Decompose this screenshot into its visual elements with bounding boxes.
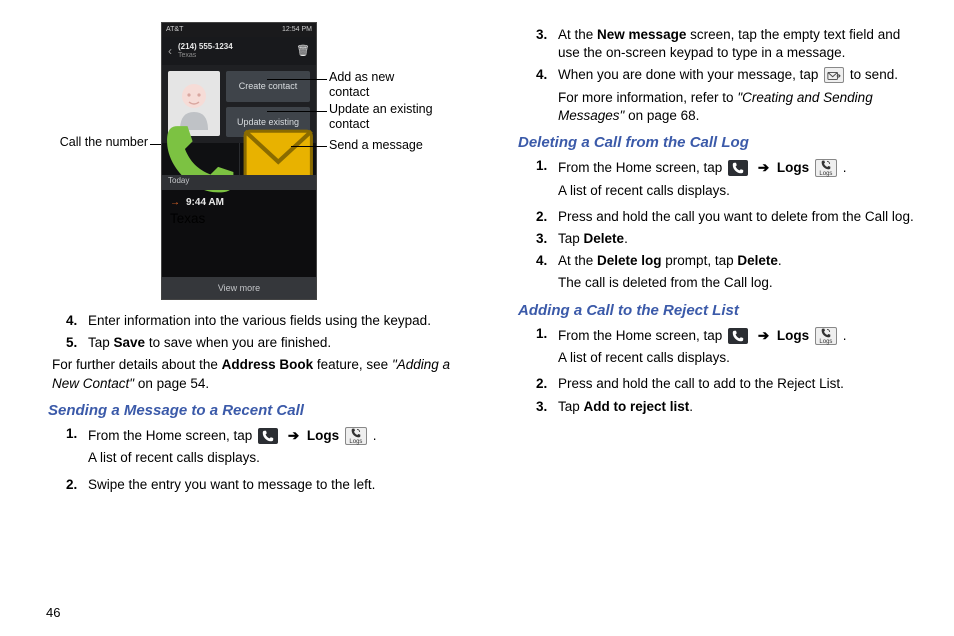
list-item: 2. Press and hold the call you want to d… xyxy=(510,208,914,226)
step-number: 5. xyxy=(66,334,88,352)
step-number: 2. xyxy=(536,375,558,393)
step-number: 2. xyxy=(536,208,558,226)
list-item: 1. From the Home screen, tap ➔ Logs Logs… xyxy=(40,425,474,445)
phone-statusbar: AT&T 12:54 PM xyxy=(162,23,316,37)
trash-icon: 🗑 xyxy=(296,44,310,59)
step-text: At the New message screen, tap the empty… xyxy=(558,26,914,62)
step-subtext: A list of recent calls displays. xyxy=(40,449,474,467)
list-item: 4. At the Delete log prompt, tap Delete. xyxy=(510,252,914,270)
step-number: 4. xyxy=(536,66,558,84)
phone-number: (214) 555-1234 xyxy=(178,43,290,51)
step-number: 3. xyxy=(536,230,558,248)
step-text: At the Delete log prompt, tap Delete. xyxy=(558,252,914,270)
step-text: Tap Save to save when you are finished. xyxy=(88,334,474,352)
phone-titlebar: ‹ (214) 555-1234 Texas 🗑 xyxy=(162,37,316,65)
step-subtext: A list of recent calls displays. xyxy=(510,349,914,367)
list-item: 3. At the New message screen, tap the em… xyxy=(510,26,914,62)
list-item: 2. Press and hold the call to add to the… xyxy=(510,375,914,393)
call-log: → 9:44 AM Texas xyxy=(162,190,316,240)
callout-call-number: Call the number xyxy=(40,135,148,150)
list-item: 4. Enter information into the various fi… xyxy=(40,312,474,330)
arrow-icon: ➔ xyxy=(288,428,299,443)
callout-send-message: Send a message xyxy=(329,138,423,153)
step-number: 3. xyxy=(536,398,558,416)
list-item: 3. Tap Delete. xyxy=(510,230,914,248)
logs-icon: Logs xyxy=(345,427,367,445)
step-text: From the Home screen, tap ➔ Logs Logs . xyxy=(558,325,914,345)
step-subtext: The call is deleted from the Call log. xyxy=(510,274,914,292)
subheading-reject-list: Adding a Call to the Reject List xyxy=(518,301,914,321)
log-location: Texas xyxy=(170,210,308,228)
action-row xyxy=(162,143,316,175)
step-number: 3. xyxy=(536,26,558,62)
phone-app-icon xyxy=(258,428,278,444)
phone-location: Texas xyxy=(178,52,290,59)
page-number: 46 xyxy=(46,604,60,622)
list-item: 4. When you are done with your message, … xyxy=(510,66,914,84)
back-icon: ‹ xyxy=(168,43,172,59)
step-number: 4. xyxy=(66,312,88,330)
list-item: 2. Swipe the entry you want to message t… xyxy=(40,476,474,494)
view-more-button[interactable]: View more xyxy=(162,277,316,299)
callout-update: Update an existingcontact xyxy=(329,102,433,132)
step-subtext: For more information, refer to "Creating… xyxy=(510,89,914,125)
phone-app-icon xyxy=(728,328,748,344)
step-text: From the Home screen, tap ➔ Logs Logs . xyxy=(88,425,474,445)
subheading-delete-call: Deleting a Call from the Call Log xyxy=(518,133,914,153)
arrow-icon: ➔ xyxy=(758,328,769,343)
step-text: Tap Add to reject list. xyxy=(558,398,914,416)
step-text: Press and hold the call you want to dele… xyxy=(558,208,914,226)
leader-line xyxy=(291,146,327,147)
clock-label: 12:54 PM xyxy=(282,25,312,34)
step-number: 2. xyxy=(66,476,88,494)
step-text: Enter information into the various field… xyxy=(88,312,474,330)
arrow-icon: ➔ xyxy=(758,160,769,175)
phone-screenshot-diagram: Call the number AT&T 12:54 PM ‹ (214) 55… xyxy=(40,22,474,302)
leader-line xyxy=(267,79,327,80)
create-contact-button[interactable]: Create contact xyxy=(226,71,310,102)
step-number: 1. xyxy=(536,157,558,177)
carrier-label: AT&T xyxy=(166,25,183,34)
message-action[interactable] xyxy=(240,143,317,175)
outgoing-arrow-icon: → xyxy=(170,196,180,210)
step-number: 1. xyxy=(536,325,558,345)
step-text: When you are done with your message, tap… xyxy=(558,66,914,84)
list-item: 5. Tap Save to save when you are finishe… xyxy=(40,334,474,352)
list-item: 1. From the Home screen, tap ➔ Logs Logs… xyxy=(510,157,914,177)
send-message-icon xyxy=(824,67,844,83)
step-text: Swipe the entry you want to message to t… xyxy=(88,476,474,494)
number-block: (214) 555-1234 Texas xyxy=(178,43,290,59)
logs-icon: Logs xyxy=(815,327,837,345)
step-text: Tap Delete. xyxy=(558,230,914,248)
call-action[interactable] xyxy=(162,143,240,175)
step-number: 1. xyxy=(66,425,88,445)
step-text: Press and hold the call to add to the Re… xyxy=(558,375,914,393)
step-subtext: A list of recent calls displays. xyxy=(510,182,914,200)
callout-add-new: Add as newcontact xyxy=(329,70,394,100)
logs-icon: Logs xyxy=(815,159,837,177)
phone-app-icon xyxy=(728,160,748,176)
list-item: 3. Tap Add to reject list. xyxy=(510,398,914,416)
paragraph: For further details about the Address Bo… xyxy=(40,356,474,392)
log-time: 9:44 AM xyxy=(186,196,224,210)
subheading-send-message: Sending a Message to a Recent Call xyxy=(48,401,474,421)
list-item: 1. From the Home screen, tap ➔ Logs Logs… xyxy=(510,325,914,345)
leader-line xyxy=(267,111,327,112)
phone-empty xyxy=(162,240,316,278)
step-number: 4. xyxy=(536,252,558,270)
step-text: From the Home screen, tap ➔ Logs Logs . xyxy=(558,157,914,177)
today-header: Today xyxy=(162,175,316,190)
phone-mockup: AT&T 12:54 PM ‹ (214) 555-1234 Texas 🗑 xyxy=(161,22,317,300)
